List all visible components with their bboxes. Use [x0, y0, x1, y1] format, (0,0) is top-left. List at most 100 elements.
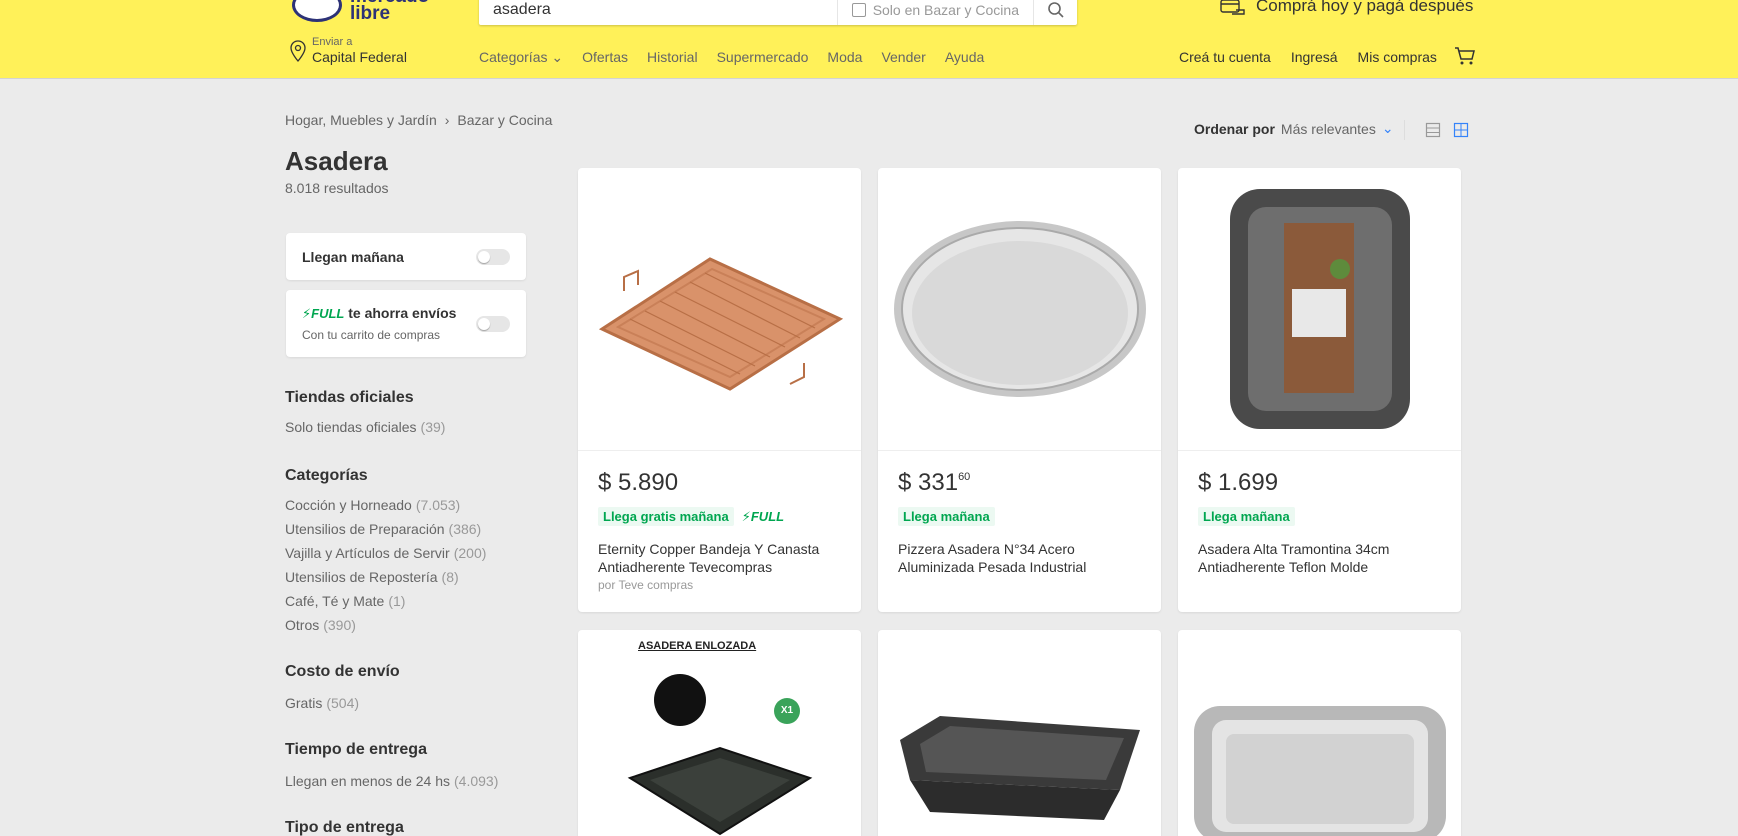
login-link[interactable]: Ingresá: [1291, 49, 1338, 65]
filter-link[interactable]: Cocción y Horneado (7.053): [285, 493, 486, 517]
breadcrumb: Hogar, Muebles y Jardín › Bazar y Cocina: [285, 112, 552, 128]
nav-moda[interactable]: Moda: [827, 49, 862, 66]
location-pin-icon: [290, 40, 306, 62]
nav-ofertas[interactable]: Ofertas: [582, 49, 628, 66]
steel-pan-image: [1194, 706, 1446, 836]
nav-historial[interactable]: Historial: [647, 49, 698, 66]
shipping-badge: Llega gratis mañana: [598, 507, 734, 526]
section-title: Categorías: [285, 467, 368, 484]
filter-full: ⚡FULL te ahorra envíos Con tu carrito de…: [286, 290, 526, 357]
section-title: Tipo de entrega: [285, 819, 404, 836]
results-count: 8.018 resultados: [285, 180, 389, 196]
logo-text-libre: libre: [350, 3, 391, 24]
baking-pan-image: [1229, 189, 1410, 429]
search-scope[interactable]: Solo en Bazar y Cocina: [836, 0, 1033, 25]
product-price: $ 5.890: [598, 469, 679, 496]
filter-link[interactable]: Solo tiendas oficiales (39): [285, 415, 445, 439]
full-badge: FULL: [750, 508, 785, 524]
chevron-down-icon: ⌄: [1381, 120, 1394, 136]
sort-label: Ordenar por: [1194, 120, 1275, 137]
nav-supermercado[interactable]: Supermercado: [717, 49, 809, 66]
cart-icon: [1455, 47, 1475, 65]
nav-menu: Categorías ⌄ Ofertas Historial Supermerc…: [479, 49, 984, 66]
section-list: Llegan en menos de 24 hs (4.093): [285, 769, 498, 793]
full-badge: FULL: [311, 306, 345, 321]
filter-link[interactable]: Utensilios de Preparación (386): [285, 517, 486, 541]
filter-link[interactable]: Utensilios de Repostería (8): [285, 565, 486, 589]
filter-link[interactable]: Vajilla y Artículos de Servir (200): [285, 541, 486, 565]
copper-tray-image: [598, 257, 843, 391]
product-card[interactable]: $ 33160 Llega mañana Pizzera Asadera N°3…: [878, 168, 1161, 612]
nav-categorias[interactable]: Categorías ⌄: [479, 49, 563, 66]
filter-tomorrow-label: Llegan mañana: [302, 248, 404, 265]
filter-link[interactable]: Café, Té y Mate (1): [285, 589, 486, 613]
section-title: Costo de envío: [285, 663, 400, 680]
filter-full-sub: Con tu carrito de compras: [302, 328, 441, 342]
lightning-icon: ⚡: [741, 508, 751, 524]
search-button[interactable]: [1033, 0, 1077, 25]
promo-banner[interactable]: Comprá hoy y pagá después: [1220, 0, 1473, 16]
product-card[interactable]: $ 1.699 Llega mañana Asadera Alta Tramon…: [1178, 168, 1461, 612]
logo[interactable]: mercado libre: [292, 0, 429, 24]
product-title[interactable]: Asadera Alta Tramontina 34cm Antiadheren…: [1198, 540, 1441, 576]
account-menu: Creá tu cuenta Ingresá Mis compras: [1179, 49, 1437, 65]
location-selector[interactable]: Enviar a Capital Federal: [290, 36, 407, 66]
breadcrumb-item[interactable]: Bazar y Cocina: [457, 112, 552, 128]
product-title[interactable]: Eternity Copper Bandeja Y Canasta Antiad…: [598, 540, 841, 576]
shipping-badge: Llega mañana: [1198, 507, 1295, 526]
credit-card-icon: [1220, 0, 1245, 15]
location-label: Enviar a: [312, 36, 353, 48]
list-view-icon[interactable]: [1425, 122, 1441, 138]
pizza-pan-image: [893, 221, 1146, 397]
section-list: Solo tiendas oficiales (39): [285, 415, 445, 439]
lightning-icon: ⚡: [302, 306, 312, 321]
product-title[interactable]: Pizzera Asadera N°34 Acero Aluminizada P…: [898, 540, 1141, 576]
nav-vender[interactable]: Vender: [881, 49, 925, 66]
filter-link[interactable]: Llegan en menos de 24 hs (4.093): [285, 769, 498, 793]
section-list: Cocción y Horneado (7.053) Utensilios de …: [285, 493, 486, 637]
search-icon: [1047, 1, 1064, 18]
product-black-dot: [654, 674, 706, 726]
product-price: $ 33160: [898, 469, 971, 496]
product-count-badge: X1: [774, 698, 800, 724]
product-card[interactable]: [878, 630, 1161, 836]
scope-checkbox[interactable]: [851, 2, 866, 17]
section-title: Tiempo de entrega: [285, 741, 427, 758]
product-card[interactable]: $ 5.890 Llega gratis mañana ⚡FULL Eterni…: [578, 168, 861, 612]
product-image: [878, 168, 1161, 451]
create-account-link[interactable]: Creá tu cuenta: [1179, 49, 1271, 65]
filter-link[interactable]: Otros (390): [285, 613, 486, 637]
my-purchases-link[interactable]: Mis compras: [1358, 49, 1437, 65]
location-value: Capital Federal: [312, 49, 407, 65]
product-price: $ 1.699: [1198, 469, 1279, 496]
section-title: Tiendas oficiales: [285, 389, 414, 406]
search-input[interactable]: [479, 0, 837, 25]
cart-button[interactable]: [1454, 46, 1476, 71]
product-image: [878, 630, 1161, 836]
filter-tomorrow: Llegan mañana: [286, 233, 526, 280]
price-cents: 60: [958, 471, 971, 483]
roasting-pan-image: [900, 716, 1140, 820]
filter-link[interactable]: Gratis (504): [285, 691, 359, 715]
filter-tomorrow-toggle[interactable]: [476, 248, 510, 265]
breadcrumb-item[interactable]: Hogar, Muebles y Jardín: [285, 112, 437, 128]
chevron-down-icon: ⌄: [551, 49, 564, 65]
product-caption: ASADERA ENLOZADA: [638, 640, 757, 652]
grid-view-icon[interactable]: [1453, 122, 1469, 138]
product-card[interactable]: [1178, 630, 1461, 836]
sort-value: Más relevantes: [1280, 120, 1376, 137]
product-card[interactable]: ASADERA ENLOZADA X1: [578, 630, 861, 836]
product-image: [1178, 168, 1461, 451]
chevron-right-icon: ›: [444, 112, 450, 128]
search-bar: Solo en Bazar y Cocina: [479, 0, 1077, 25]
product-image: [1178, 630, 1461, 836]
shipping-badge: Llega mañana: [898, 507, 995, 526]
sort-selector[interactable]: Ordenar por Más relevantes ⌄: [1194, 120, 1394, 137]
search-scope-label: Solo en Bazar y Cocina: [872, 1, 1019, 18]
header: mercado libre Solo en Bazar y Cocina Com…: [0, 0, 1738, 78]
filter-full-label: te ahorra envíos: [348, 305, 457, 321]
product-image: ASADERA ENLOZADA X1: [578, 630, 861, 836]
filter-full-toggle[interactable]: [476, 315, 510, 332]
view-toggle: [1404, 120, 1469, 140]
nav-ayuda[interactable]: Ayuda: [945, 49, 984, 66]
